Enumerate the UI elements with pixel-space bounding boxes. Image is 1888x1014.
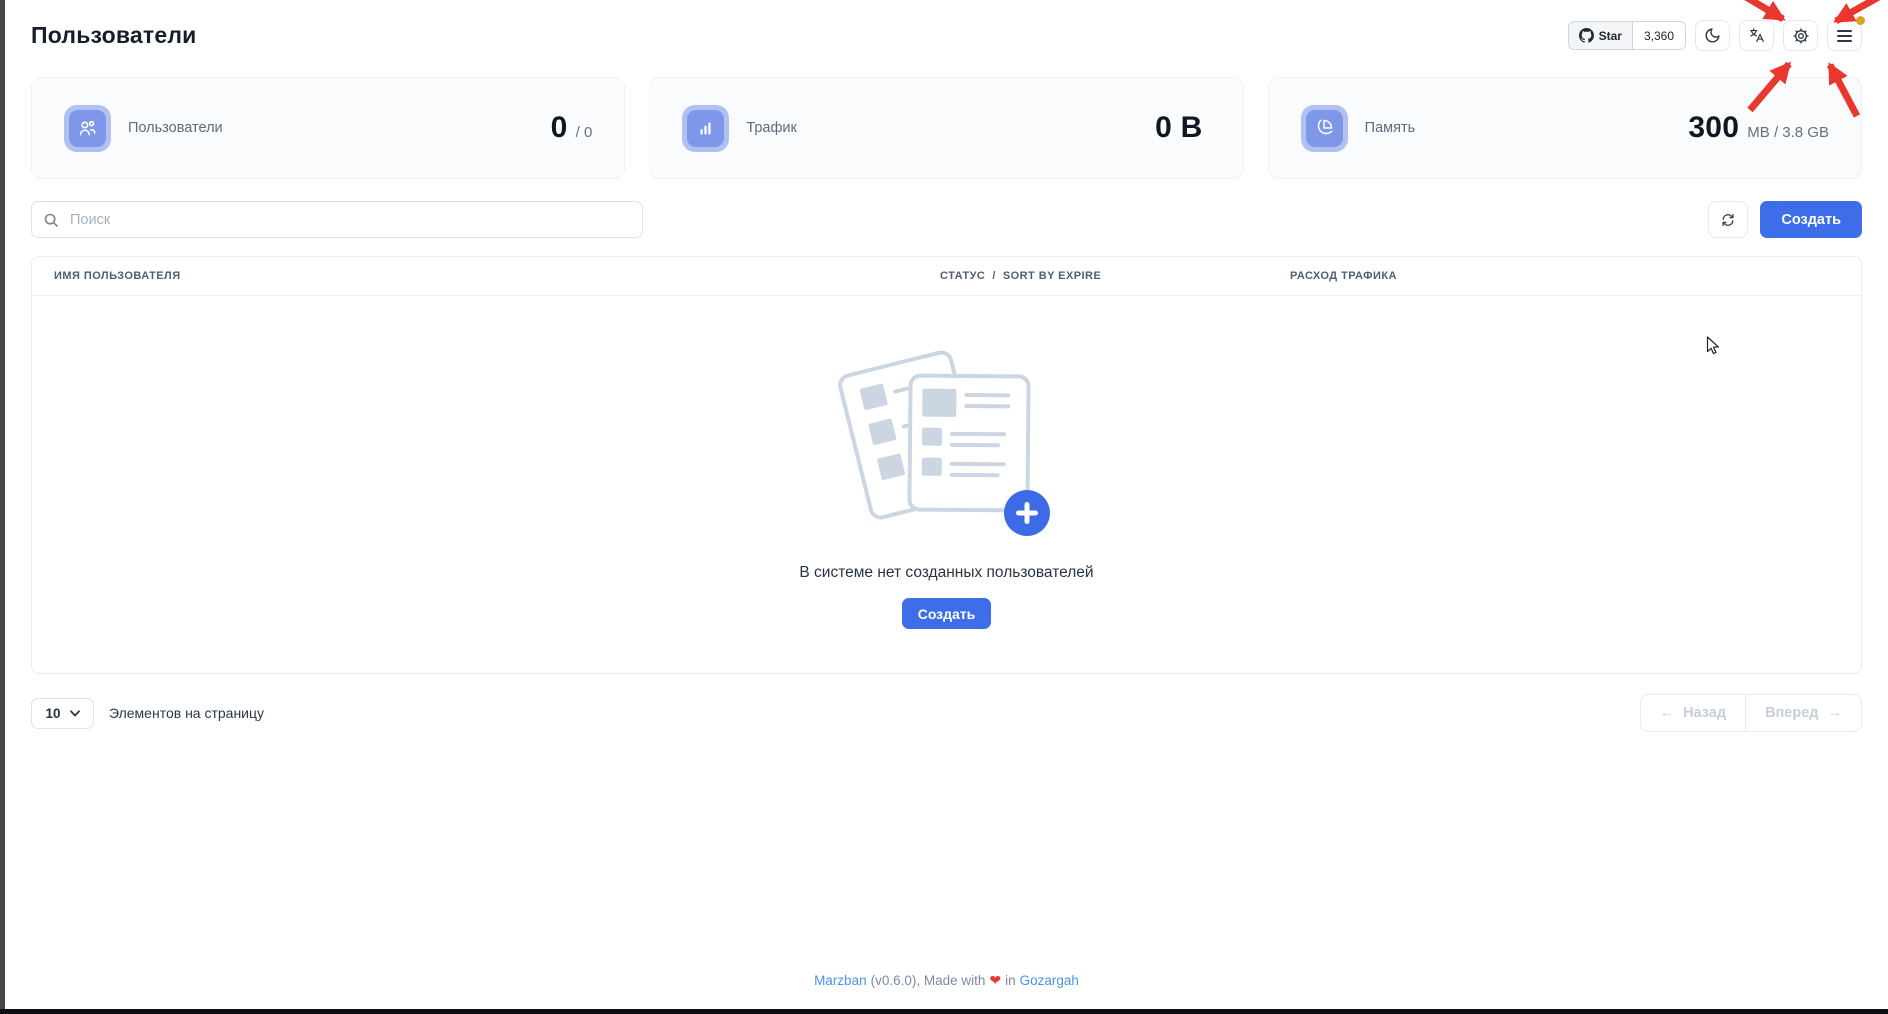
- refresh-icon: [1720, 212, 1736, 228]
- language-button[interactable]: [1739, 20, 1774, 51]
- heart-icon: ❤: [989, 972, 1001, 989]
- github-star-button[interactable]: Star 3,360: [1568, 21, 1686, 50]
- pager-nav: ← Назад Вперед →: [1640, 694, 1862, 732]
- stat-card-traffic: Трафик 0 B: [649, 77, 1243, 179]
- stat-value: 0 / 0: [551, 111, 593, 145]
- stat-cards: Пользователи 0 / 0 Трафик 0 B: [31, 77, 1862, 179]
- add-plus-icon[interactable]: [1004, 490, 1050, 536]
- footer: Marzban (v0.6.0), Made with ❤ in Gozarga…: [5, 972, 1888, 989]
- github-star-segment[interactable]: Star: [1569, 22, 1633, 49]
- column-status-expire[interactable]: СТАТУС/SORT BY EXPIRE: [940, 270, 1290, 282]
- next-page-button[interactable]: Вперед →: [1745, 695, 1861, 731]
- bar-chart-icon: [695, 118, 716, 139]
- table-header-row: ИМЯ ПОЛЬЗОВАТЕЛЯ СТАТУС/SORT BY EXPIRE Р…: [32, 257, 1861, 296]
- stat-label: Пользователи: [128, 120, 223, 136]
- stat-card-users: Пользователи 0 / 0: [31, 77, 625, 179]
- gear-icon: [1792, 27, 1810, 45]
- github-icon: [1579, 28, 1594, 43]
- gozargah-link[interactable]: Gozargah: [1020, 973, 1079, 988]
- header: Пользователи Star 3,360: [31, 0, 1862, 51]
- github-star-label: Star: [1599, 29, 1622, 43]
- header-actions: Star 3,360: [1568, 20, 1862, 51]
- page-size-select[interactable]: 10: [31, 698, 94, 729]
- chevron-down-icon: [70, 710, 80, 717]
- refresh-button[interactable]: [1708, 201, 1748, 238]
- empty-state-create-button[interactable]: Создать: [902, 598, 992, 629]
- table-empty-state: В системе нет созданных пользователей Со…: [32, 296, 1861, 673]
- window-left-edge: [0, 0, 5, 1014]
- column-traffic[interactable]: РАСХОД ТРАФИКА: [1290, 270, 1839, 282]
- create-user-button[interactable]: Создать: [1760, 201, 1862, 238]
- window-bottom-edge: [0, 1009, 1888, 1014]
- marzban-link[interactable]: Marzban: [814, 973, 867, 988]
- moon-icon: [1704, 27, 1721, 44]
- column-username[interactable]: ИМЯ ПОЛЬЗОВАТЕЛЯ: [54, 270, 940, 282]
- search-box: [31, 201, 643, 238]
- marzban-users-page: Пользователи Star 3,360: [5, 0, 1888, 732]
- column-status[interactable]: СТАТУС: [940, 270, 985, 282]
- stat-label: Трафик: [746, 120, 797, 136]
- translate-icon: [1748, 27, 1765, 44]
- settings-button[interactable]: [1783, 20, 1818, 51]
- notification-dot: [1856, 16, 1865, 25]
- users-table: ИМЯ ПОЛЬЗОВАТЕЛЯ СТАТУС/SORT BY EXPIRE Р…: [31, 256, 1862, 674]
- footer-version: (v0.6.0), Made with: [871, 973, 986, 988]
- stat-label: Память: [1365, 120, 1416, 136]
- arrow-left-icon: ←: [1660, 705, 1675, 721]
- stat-value: 0 B: [1155, 111, 1211, 145]
- search-icon: [43, 212, 59, 228]
- per-page-label: Элементов на страницу: [109, 705, 264, 721]
- menu-button[interactable]: [1827, 20, 1862, 51]
- users-icon: [77, 118, 98, 139]
- pie-chart-icon: [1314, 118, 1334, 138]
- page-title: Пользователи: [31, 22, 197, 49]
- stat-value: 300 MB / 3.8 GB: [1688, 111, 1829, 145]
- hamburger-icon: [1837, 30, 1852, 42]
- arrow-right-icon: →: [1828, 705, 1843, 721]
- search-input[interactable]: [31, 201, 643, 238]
- empty-state-message: В системе нет созданных пользователей: [799, 564, 1093, 582]
- dark-mode-toggle[interactable]: [1695, 20, 1730, 51]
- toolbar: Создать: [31, 201, 1862, 238]
- stat-card-memory: Память 300 MB / 3.8 GB: [1268, 77, 1862, 179]
- pagination: 10 Элементов на страницу ← Назад Вперед …: [31, 694, 1862, 732]
- empty-documents-illustration: [842, 346, 1052, 544]
- document-front-page: [907, 373, 1030, 512]
- column-sort-by-expire[interactable]: SORT BY EXPIRE: [1003, 270, 1101, 282]
- prev-page-button[interactable]: ← Назад: [1641, 695, 1746, 731]
- github-star-count[interactable]: 3,360: [1633, 22, 1685, 49]
